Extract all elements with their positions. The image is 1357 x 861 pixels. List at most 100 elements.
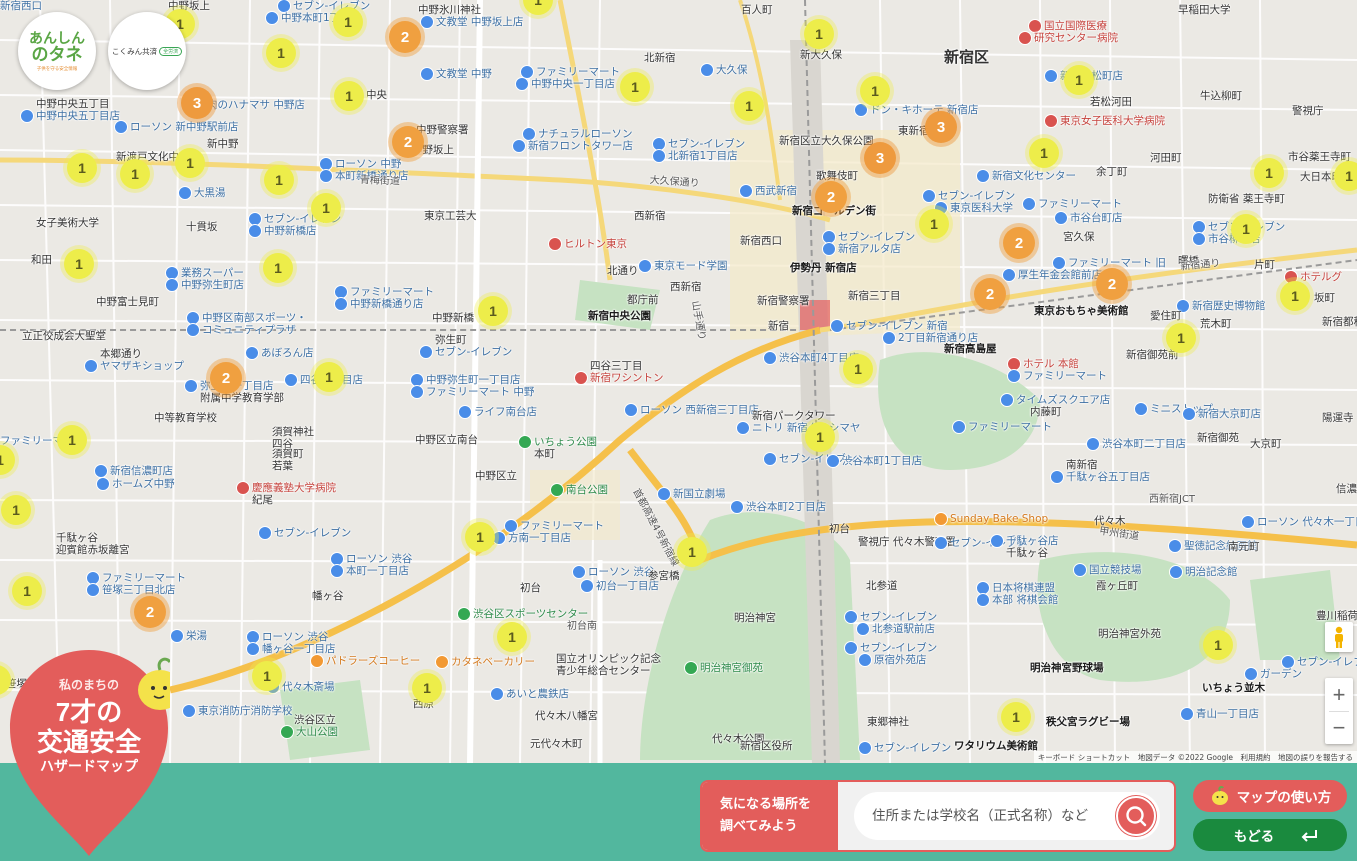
cluster-marker[interactable]: 1 bbox=[1166, 323, 1196, 353]
poi-pin-icon bbox=[236, 481, 250, 495]
cluster-marker[interactable]: 2 bbox=[210, 362, 242, 394]
map-canvas[interactable]: セブン-イレブン 中野本町1丁目店 中野坂上 中野氷川神社 文教堂 中野坂上店 百人町 国立… bbox=[0, 0, 1357, 763]
cluster-marker[interactable]: 1 bbox=[314, 362, 344, 392]
cluster-marker[interactable]: 1 bbox=[677, 537, 707, 567]
cluster-marker[interactable]: 1 bbox=[120, 159, 150, 189]
poi-label: 四谷三丁目 bbox=[590, 360, 643, 372]
zoom-out-button[interactable]: − bbox=[1325, 711, 1353, 744]
cluster-marker[interactable]: 1 bbox=[1280, 281, 1310, 311]
poi-label: ファミリーマート bbox=[520, 520, 604, 532]
poi-label: 研究センター病院 bbox=[1034, 32, 1118, 44]
zoom-in-button[interactable]: + bbox=[1325, 678, 1353, 711]
street-view-pegman[interactable] bbox=[1325, 622, 1353, 652]
cluster-marker[interactable]: 1 bbox=[1064, 65, 1094, 95]
cluster-marker[interactable]: 1 bbox=[57, 425, 87, 455]
poi-pin-icon bbox=[882, 331, 896, 345]
search-input-wrapper bbox=[854, 792, 1160, 840]
poi-label: 新宿区役所 bbox=[740, 740, 793, 752]
poi-label: 代々木斎場 bbox=[282, 681, 335, 693]
cluster-marker[interactable]: 1 bbox=[843, 354, 873, 384]
poi-label: 明治神宮御苑 bbox=[700, 662, 763, 674]
cluster-marker[interactable]: 1 bbox=[64, 249, 94, 279]
map-attribution[interactable]: キーボード ショートカット 地図データ ©2022 Google 利用規約 地図… bbox=[1033, 751, 1357, 763]
poi-label: 新宿警察署 bbox=[757, 295, 810, 307]
poi-label: 東京消防庁消防学校 bbox=[198, 705, 293, 717]
poi-label: 新大久保 bbox=[800, 49, 842, 61]
cluster-marker[interactable]: 1 bbox=[1254, 158, 1284, 188]
cluster-marker[interactable]: 3 bbox=[925, 111, 957, 143]
poi-pin-icon bbox=[522, 127, 536, 141]
cluster-marker[interactable]: 1 bbox=[804, 19, 834, 49]
cluster-marker[interactable]: 1 bbox=[264, 165, 294, 195]
cluster-marker[interactable]: 3 bbox=[864, 142, 896, 174]
poi-label: 北新宿 bbox=[644, 52, 676, 64]
cluster-marker[interactable]: 2 bbox=[392, 126, 424, 158]
poi-label: 新中野 bbox=[207, 138, 239, 150]
poi-pin-icon bbox=[638, 259, 652, 273]
poi-pin-icon bbox=[684, 661, 698, 675]
cluster-marker[interactable]: 1 bbox=[1334, 161, 1357, 191]
cluster-marker[interactable]: 1 bbox=[620, 72, 650, 102]
cluster-marker[interactable]: 1 bbox=[860, 76, 890, 106]
cluster-marker[interactable]: 1 bbox=[465, 522, 495, 552]
poi-pin-icon bbox=[258, 526, 272, 540]
cluster-marker[interactable]: 1 bbox=[333, 7, 363, 37]
cluster-marker[interactable]: 1 bbox=[805, 422, 835, 452]
cluster-marker[interactable]: 1 bbox=[67, 153, 97, 183]
poi-pin-icon bbox=[96, 477, 110, 491]
cluster-marker[interactable]: 1 bbox=[311, 193, 341, 223]
district-label: 新宿区 bbox=[944, 48, 990, 66]
poi-pin-icon bbox=[1044, 114, 1058, 128]
back-button[interactable]: もどる bbox=[1193, 819, 1347, 851]
poi-label: 大黒湯 bbox=[194, 187, 226, 199]
cluster-marker[interactable]: 2 bbox=[1096, 268, 1128, 300]
poi-label: 新宿大京町店 bbox=[1198, 408, 1261, 420]
cluster-marker[interactable]: 1 bbox=[1001, 702, 1031, 732]
how-to-use-button[interactable]: マップの使い方 bbox=[1193, 780, 1347, 812]
cluster-marker[interactable]: 3 bbox=[181, 87, 213, 119]
poi-label: ホテル 本館 bbox=[1023, 358, 1079, 370]
poi-label: 中等教育学校 bbox=[154, 412, 217, 424]
cluster-marker[interactable]: 1 bbox=[1231, 214, 1261, 244]
search-input[interactable] bbox=[872, 792, 1112, 840]
poi-pin-icon bbox=[330, 564, 344, 578]
cluster-marker[interactable]: 1 bbox=[1029, 138, 1059, 168]
poi-pin-icon bbox=[763, 452, 777, 466]
cluster-marker[interactable]: 1 bbox=[497, 622, 527, 652]
cluster-marker[interactable]: 2 bbox=[974, 278, 1006, 310]
poi-label: 新宿西口 bbox=[740, 235, 782, 247]
poi-pin-icon bbox=[1182, 407, 1196, 421]
cluster-marker[interactable]: 1 bbox=[1203, 630, 1233, 660]
poi-pin-icon bbox=[844, 641, 858, 655]
cluster-marker[interactable]: 2 bbox=[815, 181, 847, 213]
poi-label: 南新宿 bbox=[1066, 459, 1098, 471]
poi-label: 本郷通り bbox=[100, 348, 142, 360]
poi-pin-icon bbox=[858, 741, 872, 755]
cluster-marker[interactable]: 1 bbox=[263, 253, 293, 283]
cluster-marker[interactable]: 1 bbox=[334, 81, 364, 111]
cluster-marker[interactable]: 2 bbox=[1003, 227, 1035, 259]
poi-pin-icon bbox=[1002, 268, 1016, 282]
poi-label: 大京町 bbox=[1250, 438, 1282, 450]
search-button[interactable] bbox=[1116, 796, 1156, 836]
cluster-marker[interactable]: 1 bbox=[478, 296, 508, 326]
cluster-marker[interactable]: 2 bbox=[389, 21, 421, 53]
poi-label: 警視庁 bbox=[1292, 105, 1324, 117]
poi-pin-icon bbox=[934, 512, 948, 526]
anshin-no-tane-logo[interactable]: あんしん のタネ 子供を守る安全情報 bbox=[18, 12, 96, 90]
poi-pin-icon bbox=[934, 536, 948, 550]
poi-label: ローソン 西新宿三丁目店 bbox=[640, 404, 759, 416]
cluster-marker[interactable]: 1 bbox=[12, 576, 42, 606]
cluster-marker[interactable]: 1 bbox=[919, 209, 949, 239]
cluster-marker[interactable]: 1 bbox=[412, 673, 442, 703]
poi-pin-icon bbox=[1007, 369, 1021, 383]
cluster-marker[interactable]: 1 bbox=[252, 661, 282, 691]
poi-pin-icon bbox=[1073, 563, 1087, 577]
cluster-marker[interactable]: 1 bbox=[734, 91, 764, 121]
cluster-marker[interactable]: 1 bbox=[1, 495, 31, 525]
cluster-marker[interactable]: 1 bbox=[175, 148, 205, 178]
poi-label: 代々木八幡宮 bbox=[535, 710, 598, 722]
cluster-marker[interactable]: 1 bbox=[266, 38, 296, 68]
kokumin-kyosai-logo[interactable]: こくみん共済 全労済 bbox=[108, 12, 186, 90]
cluster-marker[interactable]: 2 bbox=[134, 596, 166, 628]
